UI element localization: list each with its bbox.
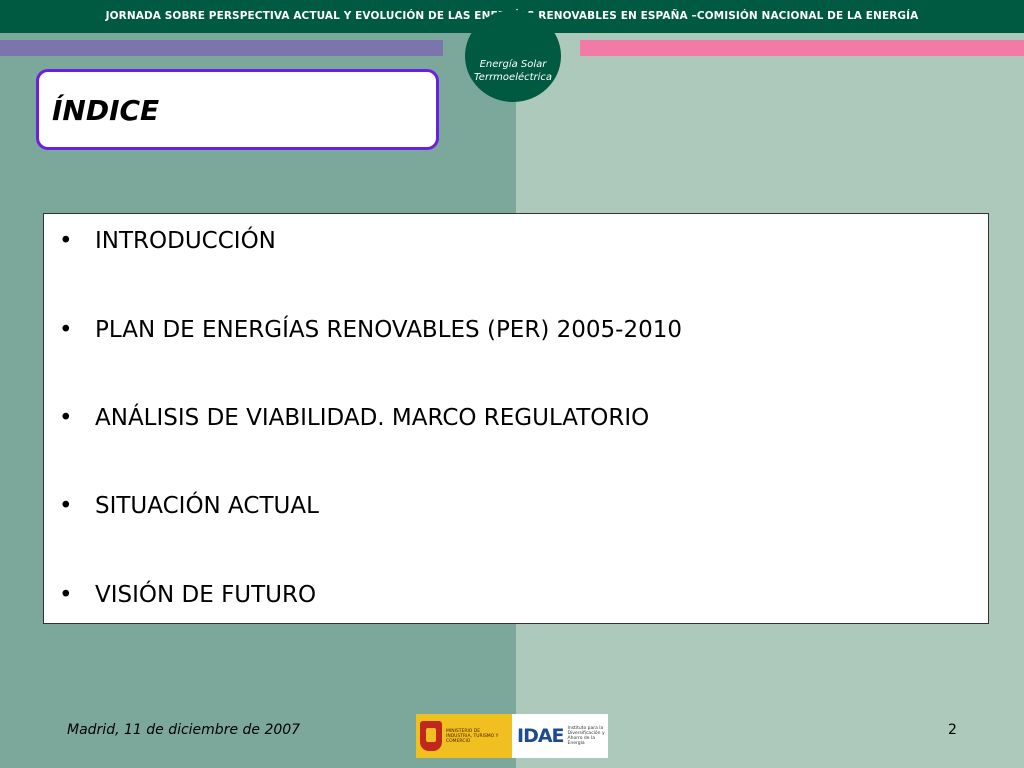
bullet-icon: • [59,405,73,431]
content-box: • INTRODUCCIÓN • PLAN DE ENERGÍAS RENOVA… [43,213,989,624]
bullet-icon: • [59,582,73,608]
list-item: • VISIÓN DE FUTURO [59,582,316,608]
topic-badge: Energía Solar Terrmoeléctrica [465,10,561,102]
slide-title: ÍNDICE [52,94,160,127]
list-item-label: VISIÓN DE FUTURO [95,582,317,608]
idae-logo-mark: IDAE [517,725,565,747]
coat-of-arms-icon [420,721,442,751]
list-item-label: INTRODUCCIÓN [95,228,276,254]
stripe-pink [580,40,1024,56]
bullet-icon: • [59,317,73,343]
list-item: • PLAN DE ENERGÍAS RENOVABLES (PER) 2005… [59,317,682,343]
list-item: • INTRODUCCIÓN [59,228,276,254]
ministry-logo: MINISTERIO DE INDUSTRIA, TURISMO Y COMER… [416,714,512,758]
badge-line-2: Terrmoeléctrica [473,72,553,83]
idae-logo: IDAE Instituto para la Diversificación y… [512,714,608,758]
page-number: 2 [948,722,957,738]
footer-date: Madrid, 11 de diciembre de 2007 [67,722,301,738]
title-box: ÍNDICE [36,69,439,150]
sponsor-logos: MINISTERIO DE INDUSTRIA, TURISMO Y COMER… [416,714,608,758]
list-item: • ANÁLISIS DE VIABILIDAD. MARCO REGULATO… [59,405,649,431]
idae-logo-text: Instituto para la Diversificación y Ahor… [567,726,605,746]
list-item-label: PLAN DE ENERGÍAS RENOVABLES (PER) 2005-2… [95,317,682,343]
bullet-icon: • [59,493,73,519]
list-item-label: SITUACIÓN ACTUAL [95,493,319,519]
stripe-purple [0,40,443,56]
badge-line-1: Energía Solar [479,59,547,70]
ministry-logo-text: MINISTERIO DE INDUSTRIA, TURISMO Y COMER… [446,728,499,744]
list-item: • SITUACIÓN ACTUAL [59,493,319,519]
bullet-icon: • [59,228,73,254]
list-item-label: ANÁLISIS DE VIABILIDAD. MARCO REGULATORI… [95,405,650,431]
